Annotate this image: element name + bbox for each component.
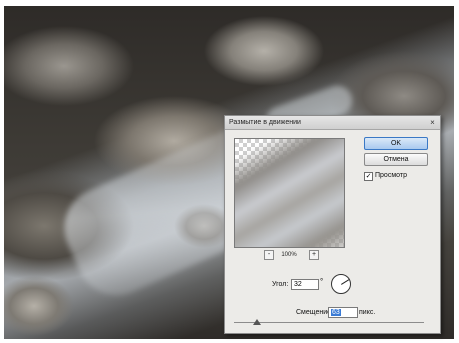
ok-button[interactable]: OK bbox=[364, 137, 428, 150]
cancel-button[interactable]: Отмена bbox=[364, 153, 428, 166]
zoom-level: 100% bbox=[281, 252, 297, 258]
close-icon[interactable]: × bbox=[428, 118, 437, 127]
preview-image bbox=[235, 139, 344, 247]
preview-window[interactable] bbox=[234, 138, 345, 248]
preview-checkbox[interactable]: ✓ bbox=[364, 172, 373, 181]
dialog-title: Размытие в движении bbox=[229, 119, 301, 126]
zoom-in-button[interactable]: + bbox=[309, 250, 319, 260]
angle-input[interactable]: 32 bbox=[291, 279, 319, 290]
offset-slider-thumb[interactable] bbox=[252, 319, 261, 325]
angle-needle-icon bbox=[341, 279, 350, 285]
degree-symbol: ° bbox=[320, 277, 324, 286]
offset-unit: пикс. bbox=[359, 309, 376, 316]
dialog-titlebar[interactable]: Размытие в движении bbox=[225, 116, 440, 130]
offset-slider-track[interactable] bbox=[234, 322, 424, 323]
angle-dial[interactable] bbox=[331, 274, 351, 294]
preview-checkbox-label: Просмотр bbox=[375, 172, 407, 179]
angle-label: Угол: bbox=[272, 281, 289, 288]
offset-input[interactable]: 63 bbox=[328, 307, 358, 318]
zoom-out-button[interactable]: - bbox=[264, 250, 274, 260]
offset-value: 63 bbox=[331, 309, 341, 316]
motion-blur-dialog: Размытие в движении × - 100% + OK Отмена… bbox=[224, 115, 441, 334]
zoom-controls: - 100% + bbox=[234, 250, 344, 260]
